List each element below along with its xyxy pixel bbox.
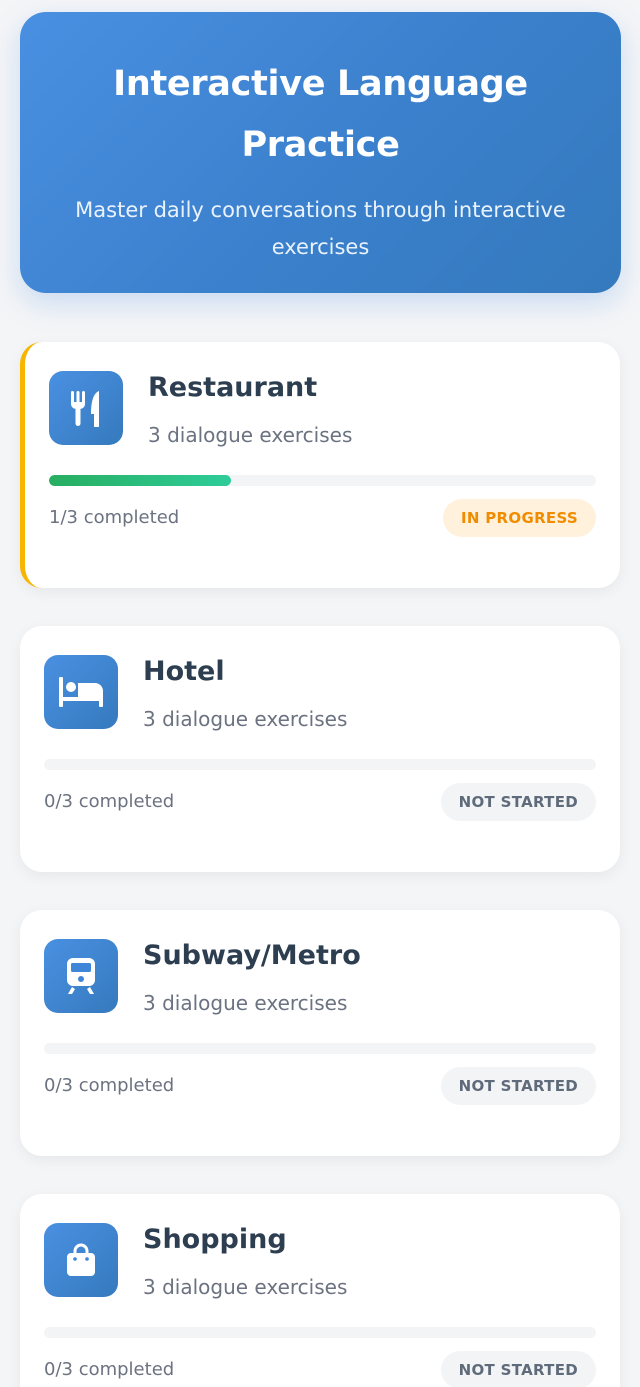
scenario-card-shopping[interactable]: Shopping 3 dialogue exercises 0/3 comple… xyxy=(20,1194,620,1387)
bed-icon xyxy=(44,655,118,729)
scenario-subtitle: 3 dialogue exercises xyxy=(148,423,353,447)
scenario-title: Restaurant xyxy=(148,372,318,403)
page-subtitle: Master daily conversations through inter… xyxy=(75,198,566,259)
status-badge: NOT STARTED xyxy=(440,1351,596,1387)
completed-count: 1/3 completed xyxy=(49,507,180,528)
train-icon xyxy=(44,939,118,1013)
status-badge: IN PROGRESS xyxy=(443,499,596,537)
header-banner: Interactive Language Practice Master dai… xyxy=(20,12,621,293)
scenario-card-restaurant[interactable]: Restaurant 3 dialogue exercises 1/3 comp… xyxy=(20,342,620,588)
status-badge: NOT STARTED xyxy=(440,1067,596,1105)
utensils-icon xyxy=(49,371,123,445)
scenario-subtitle: 3 dialogue exercises xyxy=(143,707,348,731)
scenario-subtitle: 3 dialogue exercises xyxy=(143,991,348,1015)
progress-bar xyxy=(44,759,596,770)
scenario-title: Hotel xyxy=(143,656,225,687)
shopping-bag-icon xyxy=(44,1223,118,1297)
page-title: Interactive Language Practice xyxy=(113,64,528,165)
progress-fill xyxy=(49,475,232,486)
scenario-title: Shopping xyxy=(143,1224,287,1255)
progress-bar xyxy=(44,1043,596,1054)
progress-bar xyxy=(49,475,596,486)
completed-count: 0/3 completed xyxy=(44,1359,175,1380)
completed-count: 0/3 completed xyxy=(44,791,175,812)
page: Interactive Language Practice Master dai… xyxy=(0,0,640,1387)
scenario-card-subway[interactable]: Subway/Metro 3 dialogue exercises 0/3 co… xyxy=(20,910,620,1156)
scenario-card-hotel[interactable]: Hotel 3 dialogue exercises 0/3 completed… xyxy=(20,626,620,872)
scenario-list: Restaurant 3 dialogue exercises 1/3 comp… xyxy=(20,342,620,1387)
progress-bar xyxy=(44,1327,596,1338)
scenario-subtitle: 3 dialogue exercises xyxy=(143,1275,348,1299)
scenario-title: Subway/Metro xyxy=(143,940,361,971)
status-badge: NOT STARTED xyxy=(440,783,596,821)
completed-count: 0/3 completed xyxy=(44,1075,175,1096)
